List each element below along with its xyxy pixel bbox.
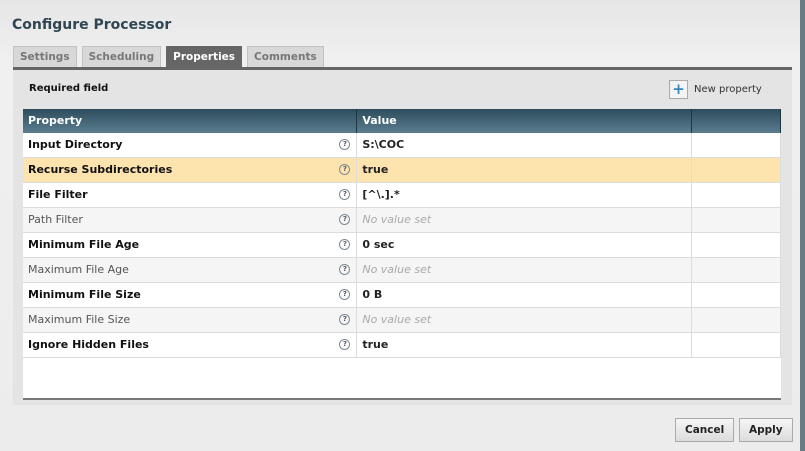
table-header: Property Value xyxy=(23,109,782,133)
property-name-text: File Filter xyxy=(28,188,88,201)
property-name: Minimum File Size? xyxy=(23,283,358,307)
plus-icon: + xyxy=(669,80,688,99)
help-icon[interactable]: ? xyxy=(339,339,351,350)
property-name: Path Filter? xyxy=(23,208,358,232)
property-name: Ignore Hidden Files? xyxy=(23,333,358,357)
table-row[interactable]: Ignore Hidden Files? true xyxy=(23,333,782,358)
property-name-text: Recurse Subdirectories xyxy=(28,163,173,176)
help-icon[interactable]: ? xyxy=(339,189,351,200)
dialog-title: Configure Processor xyxy=(12,17,172,33)
property-name-text: Maximum File Size xyxy=(28,313,131,326)
property-name-text: Path Filter xyxy=(28,213,83,226)
property-value[interactable]: true xyxy=(357,158,692,182)
new-property-label: New property xyxy=(694,84,762,95)
column-header-actions xyxy=(692,109,782,133)
cancel-button[interactable]: Cancel xyxy=(675,418,735,442)
tab-comments[interactable]: Comments xyxy=(247,46,324,67)
row-actions xyxy=(692,133,782,157)
row-actions xyxy=(692,208,782,232)
tab-settings[interactable]: Settings xyxy=(13,46,77,67)
new-property-button[interactable]: + New property xyxy=(669,80,762,99)
tab-scheduling[interactable]: Scheduling xyxy=(81,46,162,67)
tab-bar: Settings Scheduling Properties Comments xyxy=(13,46,324,67)
property-name-text: Input Directory xyxy=(28,138,123,151)
column-header-value: Value xyxy=(357,109,692,133)
property-value[interactable]: No value set xyxy=(357,258,692,282)
property-name: Maximum File Age? xyxy=(23,258,358,282)
row-actions xyxy=(692,158,782,182)
property-value[interactable]: true xyxy=(357,333,692,357)
help-icon[interactable]: ? xyxy=(339,314,351,325)
table-row[interactable]: Path Filter? No value set xyxy=(23,208,782,233)
help-icon[interactable]: ? xyxy=(339,239,351,250)
property-name: Maximum File Size? xyxy=(23,308,358,332)
property-name-text: Minimum File Size xyxy=(28,288,141,301)
property-value[interactable]: No value set xyxy=(357,208,692,232)
property-name-text: Maximum File Age xyxy=(28,263,129,276)
tab-properties[interactable]: Properties xyxy=(166,46,243,67)
table-row[interactable]: Maximum File Age? No value set xyxy=(23,258,782,283)
table-row[interactable]: Minimum File Age? 0 sec xyxy=(23,233,782,258)
configure-processor-dialog: Configure Processor Settings Scheduling … xyxy=(0,0,800,451)
row-actions xyxy=(692,183,782,207)
help-icon[interactable]: ? xyxy=(339,264,351,275)
row-actions xyxy=(692,308,782,332)
property-value[interactable]: 0 sec xyxy=(357,233,692,257)
apply-button[interactable]: Apply xyxy=(739,418,793,442)
property-value[interactable]: No value set xyxy=(357,308,692,332)
property-name: Input Directory? xyxy=(23,133,358,157)
column-header-property: Property xyxy=(23,109,358,133)
table-row[interactable]: Recurse Subdirectories? true xyxy=(23,158,782,183)
row-actions xyxy=(692,258,782,282)
property-name-text: Minimum File Age xyxy=(28,238,140,251)
table-row[interactable]: Minimum File Size? 0 B xyxy=(23,283,782,308)
table-row[interactable]: Input Directory? S:\COC xyxy=(23,133,782,158)
row-actions xyxy=(692,283,782,307)
row-actions xyxy=(692,333,782,357)
help-icon[interactable]: ? xyxy=(339,139,351,150)
help-icon[interactable]: ? xyxy=(339,164,351,175)
row-actions xyxy=(692,233,782,257)
property-name: Recurse Subdirectories? xyxy=(23,158,358,182)
help-icon[interactable]: ? xyxy=(339,214,351,225)
property-name: File Filter? xyxy=(23,183,358,207)
property-name: Minimum File Age? xyxy=(23,233,358,257)
table-row[interactable]: File Filter? [^\.].* xyxy=(23,183,782,208)
property-value[interactable]: S:\COC xyxy=(357,133,692,157)
required-field-label: Required field xyxy=(29,83,109,94)
table-row[interactable]: Maximum File Size? No value set xyxy=(23,308,782,333)
property-value[interactable]: [^\.].* xyxy=(357,183,692,207)
property-value[interactable]: 0 B xyxy=(357,283,692,307)
help-icon[interactable]: ? xyxy=(339,289,351,300)
property-name-text: Ignore Hidden Files xyxy=(28,338,149,351)
properties-table: Property Value Input Directory? S:\COC Rec… xyxy=(23,109,782,400)
